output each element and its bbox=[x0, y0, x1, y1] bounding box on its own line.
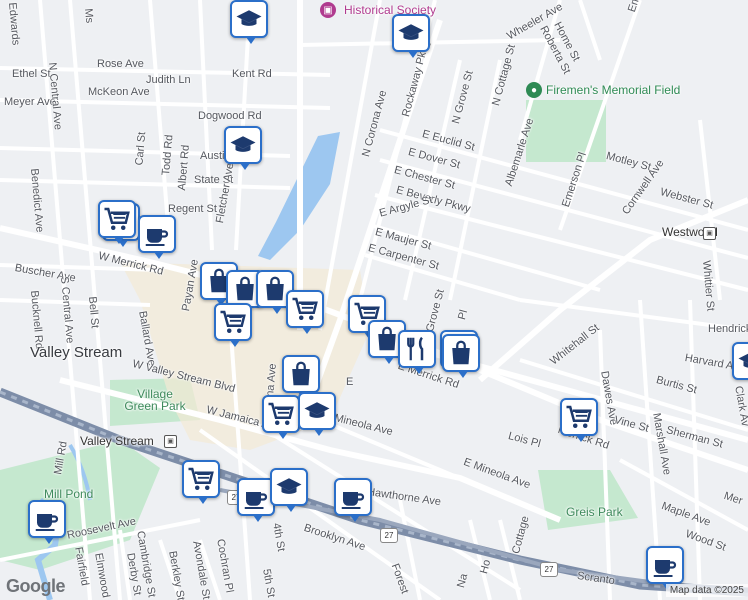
school-marker[interactable] bbox=[230, 0, 268, 44]
city-label: Valley Stream bbox=[30, 344, 123, 361]
cart-icon bbox=[564, 402, 594, 432]
park-pin-icon[interactable]: ● bbox=[526, 82, 542, 98]
cap-icon bbox=[234, 4, 264, 34]
cart-icon bbox=[290, 294, 320, 324]
google-logo: Google bbox=[6, 576, 66, 596]
shopping-marker[interactable] bbox=[282, 355, 320, 399]
street-label: Regent St bbox=[168, 203, 217, 215]
map-canvas[interactable]: Rose Ave Ethel St Meyer Ave Judith Ln Ke… bbox=[0, 0, 748, 600]
train-station-icon[interactable]: ▣ bbox=[164, 435, 177, 448]
street-label: Ethel St bbox=[12, 68, 51, 80]
mill-pond-label: Mill Pond bbox=[44, 487, 94, 501]
village-green-label: Village Green Park bbox=[124, 387, 186, 413]
grocery-marker[interactable] bbox=[560, 398, 598, 442]
cafe-marker[interactable] bbox=[28, 500, 66, 544]
cap-icon bbox=[274, 472, 304, 502]
grocery-marker[interactable] bbox=[98, 200, 136, 244]
route-shield: 27 bbox=[540, 562, 558, 577]
greis-park-area bbox=[538, 470, 638, 530]
street-label: Hendrick bbox=[708, 323, 748, 335]
train-station-icon[interactable]: ▣ bbox=[703, 227, 716, 240]
cart-icon bbox=[186, 464, 216, 494]
street-label: E bbox=[346, 376, 354, 388]
map-attribution: Map data ©2025 bbox=[665, 584, 748, 597]
school-marker[interactable] bbox=[270, 468, 308, 512]
restaurant-marker[interactable] bbox=[398, 330, 436, 374]
street-label: Dogwood Rd bbox=[198, 110, 262, 122]
school-marker[interactable] bbox=[224, 126, 262, 170]
grocery-marker[interactable] bbox=[262, 395, 300, 439]
street-label: Judith Ln bbox=[146, 74, 191, 86]
coffee-icon bbox=[32, 504, 62, 534]
cafe-marker[interactable] bbox=[646, 546, 684, 590]
school-marker[interactable] bbox=[732, 342, 748, 380]
bag-icon bbox=[446, 338, 476, 368]
street-label: McKeon Ave bbox=[88, 86, 150, 98]
street-label: Rose Ave bbox=[97, 58, 144, 70]
grocery-marker[interactable] bbox=[286, 290, 324, 334]
bag-icon bbox=[286, 359, 316, 389]
school-marker[interactable] bbox=[392, 14, 430, 58]
cart-icon bbox=[266, 399, 296, 429]
cap-icon bbox=[302, 396, 332, 426]
fork-knife-icon bbox=[402, 334, 432, 364]
greis-park-label: Greis Park bbox=[566, 505, 623, 519]
museum-pin-icon[interactable]: ▣ bbox=[320, 2, 336, 18]
coffee-icon bbox=[338, 482, 368, 512]
street-label: Ms bbox=[82, 8, 96, 24]
street-label: Meyer Ave bbox=[4, 96, 56, 108]
coffee-icon bbox=[650, 550, 680, 580]
coffee-icon bbox=[241, 482, 271, 512]
cap-icon bbox=[228, 130, 258, 160]
school-marker[interactable] bbox=[298, 392, 336, 436]
coffee-icon bbox=[142, 219, 172, 249]
shopping-marker[interactable] bbox=[442, 334, 480, 378]
cafe-marker[interactable] bbox=[138, 215, 176, 259]
station-label: Valley Stream bbox=[80, 434, 154, 448]
cap-icon bbox=[736, 346, 748, 376]
street-label: Kent Rd bbox=[232, 68, 272, 80]
cart-icon bbox=[102, 204, 132, 234]
route-shield: 27 bbox=[380, 528, 398, 543]
grocery-marker[interactable] bbox=[182, 460, 220, 504]
cart-icon bbox=[218, 307, 248, 337]
firemens-field-label: Firemen's Memorial Field bbox=[546, 83, 681, 97]
grocery-marker[interactable] bbox=[214, 303, 252, 347]
cafe-marker[interactable] bbox=[334, 478, 372, 522]
cap-icon bbox=[396, 18, 426, 48]
